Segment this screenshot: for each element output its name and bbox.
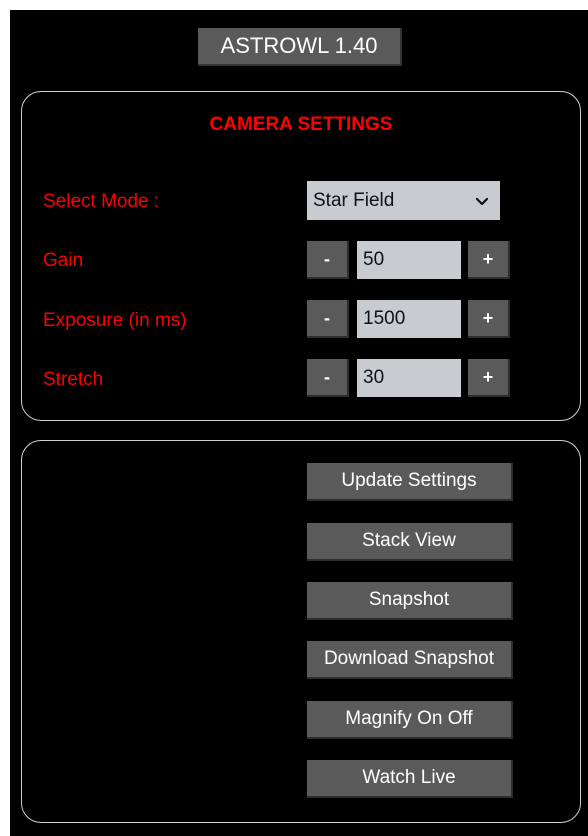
exposure-label: Exposure (in ms) [43,310,187,331]
camera-settings-heading: CAMERA SETTINGS [209,114,393,135]
watch-live-button[interactable]: Watch Live [307,760,513,798]
gain-input[interactable] [357,241,461,279]
stack-view-button[interactable]: Stack View [307,523,513,561]
stretch-increment-button[interactable]: + [468,359,510,397]
gain-label: Gain [43,250,84,271]
magnify-toggle-button[interactable]: Magnify On Off [307,701,513,739]
stretch-label: Stretch [43,369,104,390]
mode-select-value: Star Field [313,189,395,211]
download-snapshot-button[interactable]: Download Snapshot [307,641,513,679]
gain-stepper: - + [307,241,510,279]
gain-increment-button[interactable]: + [468,241,510,279]
app-title-button[interactable]: ASTROWL 1.40 [198,28,402,66]
app-window: ASTROWL 1.40 CAMERA SETTINGS Select Mode… [10,10,588,836]
stretch-decrement-button[interactable]: - [307,359,349,397]
exposure-decrement-button[interactable]: - [307,300,349,338]
stretch-stepper: - + [307,359,510,397]
exposure-increment-button[interactable]: + [468,300,510,338]
stretch-input[interactable] [357,359,461,397]
snapshot-button[interactable]: Snapshot [307,582,513,620]
update-settings-button[interactable]: Update Settings [307,463,513,501]
exposure-input[interactable] [357,300,461,338]
select-mode-label: Select Mode : [43,191,160,212]
exposure-stepper: - + [307,300,510,338]
chevron-down-icon [475,197,489,205]
gain-decrement-button[interactable]: - [307,241,349,279]
camera-settings-panel: CAMERA SETTINGS Select Mode : Star Field… [21,91,581,421]
actions-panel: Update Settings Stack View Snapshot Down… [21,440,581,823]
mode-select[interactable]: Star Field [307,181,500,220]
